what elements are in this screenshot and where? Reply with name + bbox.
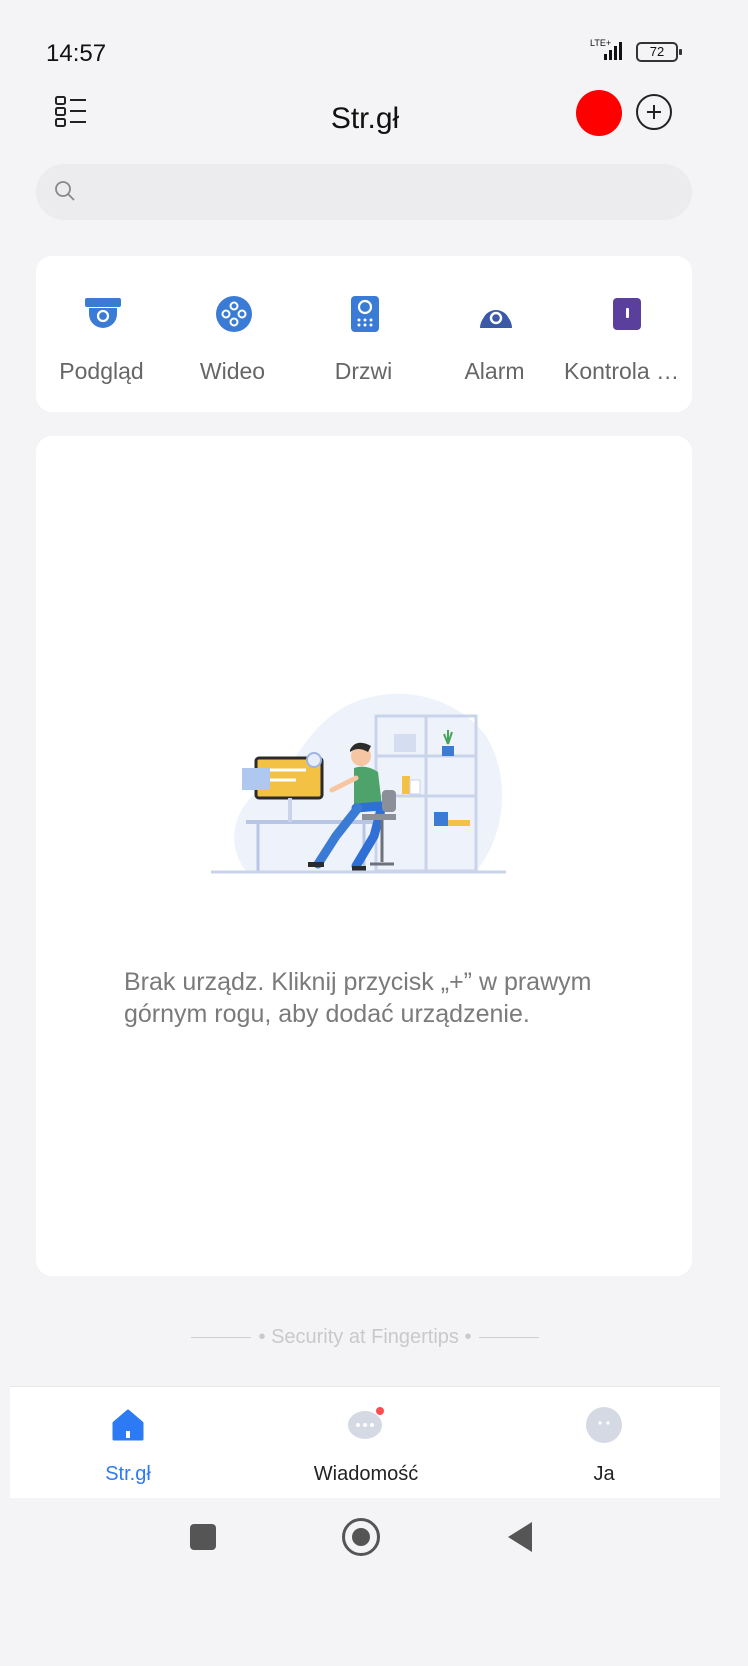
battery-indicator: 72: [636, 42, 682, 62]
notification-dot: [376, 1407, 384, 1415]
record-dot[interactable]: [576, 90, 622, 136]
slogan-divider: [479, 1337, 540, 1339]
home-circle-icon[interactable]: [342, 1518, 380, 1556]
tab-messages[interactable]: Wiadomość: [266, 1387, 466, 1499]
app-screen: 14:57 LTE+ 72 Str.gł Podgląd Wideo Drzwi…: [10, 10, 720, 1660]
tab-label: Ja: [593, 1463, 615, 1485]
profile-icon: [586, 1407, 622, 1443]
category-alarm[interactable]: Alarm: [429, 256, 560, 412]
category-label: Drzwi: [334, 358, 393, 384]
tab-profile[interactable]: Ja: [504, 1387, 704, 1499]
category-drzwi[interactable]: Drzwi: [298, 256, 429, 412]
category-label: Wideo: [199, 358, 266, 384]
status-bar: 14:57 LTE+ 72: [10, 10, 720, 76]
search-icon: [55, 181, 75, 201]
access-control-icon: [613, 298, 641, 330]
top-bar: Str.gł: [10, 76, 720, 172]
slogan-divider: [190, 1337, 251, 1339]
tab-home[interactable]: Str.gł: [28, 1387, 228, 1499]
tab-label: Wiadomość: [313, 1463, 419, 1485]
status-time: 14:57: [46, 40, 107, 67]
door-intercom-icon: [351, 296, 379, 332]
search-input[interactable]: [36, 164, 692, 220]
message-bubble-icon: [348, 1407, 384, 1439]
network-label: LTE+: [590, 38, 611, 48]
person-at-desk-illustration: [211, 693, 506, 874]
empty-state-message: Brak urządz. Kliknij przycisk „+” w praw…: [124, 968, 592, 1028]
category-label: Alarm: [464, 358, 525, 384]
video-reel-icon: [216, 296, 252, 332]
category-label: Kontrola d...: [564, 358, 689, 384]
camera-dome-icon: [85, 298, 121, 328]
category-label: Podgląd: [59, 358, 144, 384]
home-icon: [112, 1409, 144, 1441]
bottom-tab-bar: Str.gł Wiadomość Ja: [10, 1386, 720, 1498]
system-navigation-bar: [10, 1498, 720, 1578]
add-device-button[interactable]: [636, 94, 672, 130]
category-kontrola-dostepu[interactable]: Kontrola d...: [560, 256, 691, 412]
category-podglad[interactable]: Podgląd: [36, 256, 167, 412]
slogan-text: Security at Fingertips: [271, 1326, 459, 1348]
tab-label: Str.gł: [105, 1463, 151, 1485]
slogan: • Security at Fingertips •: [10, 1326, 720, 1349]
category-card: Podgląd Wideo Drzwi Alarm Kontrola d...: [36, 256, 692, 412]
back-triangle-icon[interactable]: [508, 1522, 532, 1552]
device-list-empty-state: Brak urządz. Kliknij przycisk „+” w praw…: [36, 436, 692, 1276]
recents-square-icon[interactable]: [190, 1524, 216, 1550]
alarm-icon: [480, 310, 512, 328]
category-wideo[interactable]: Wideo: [167, 256, 298, 412]
